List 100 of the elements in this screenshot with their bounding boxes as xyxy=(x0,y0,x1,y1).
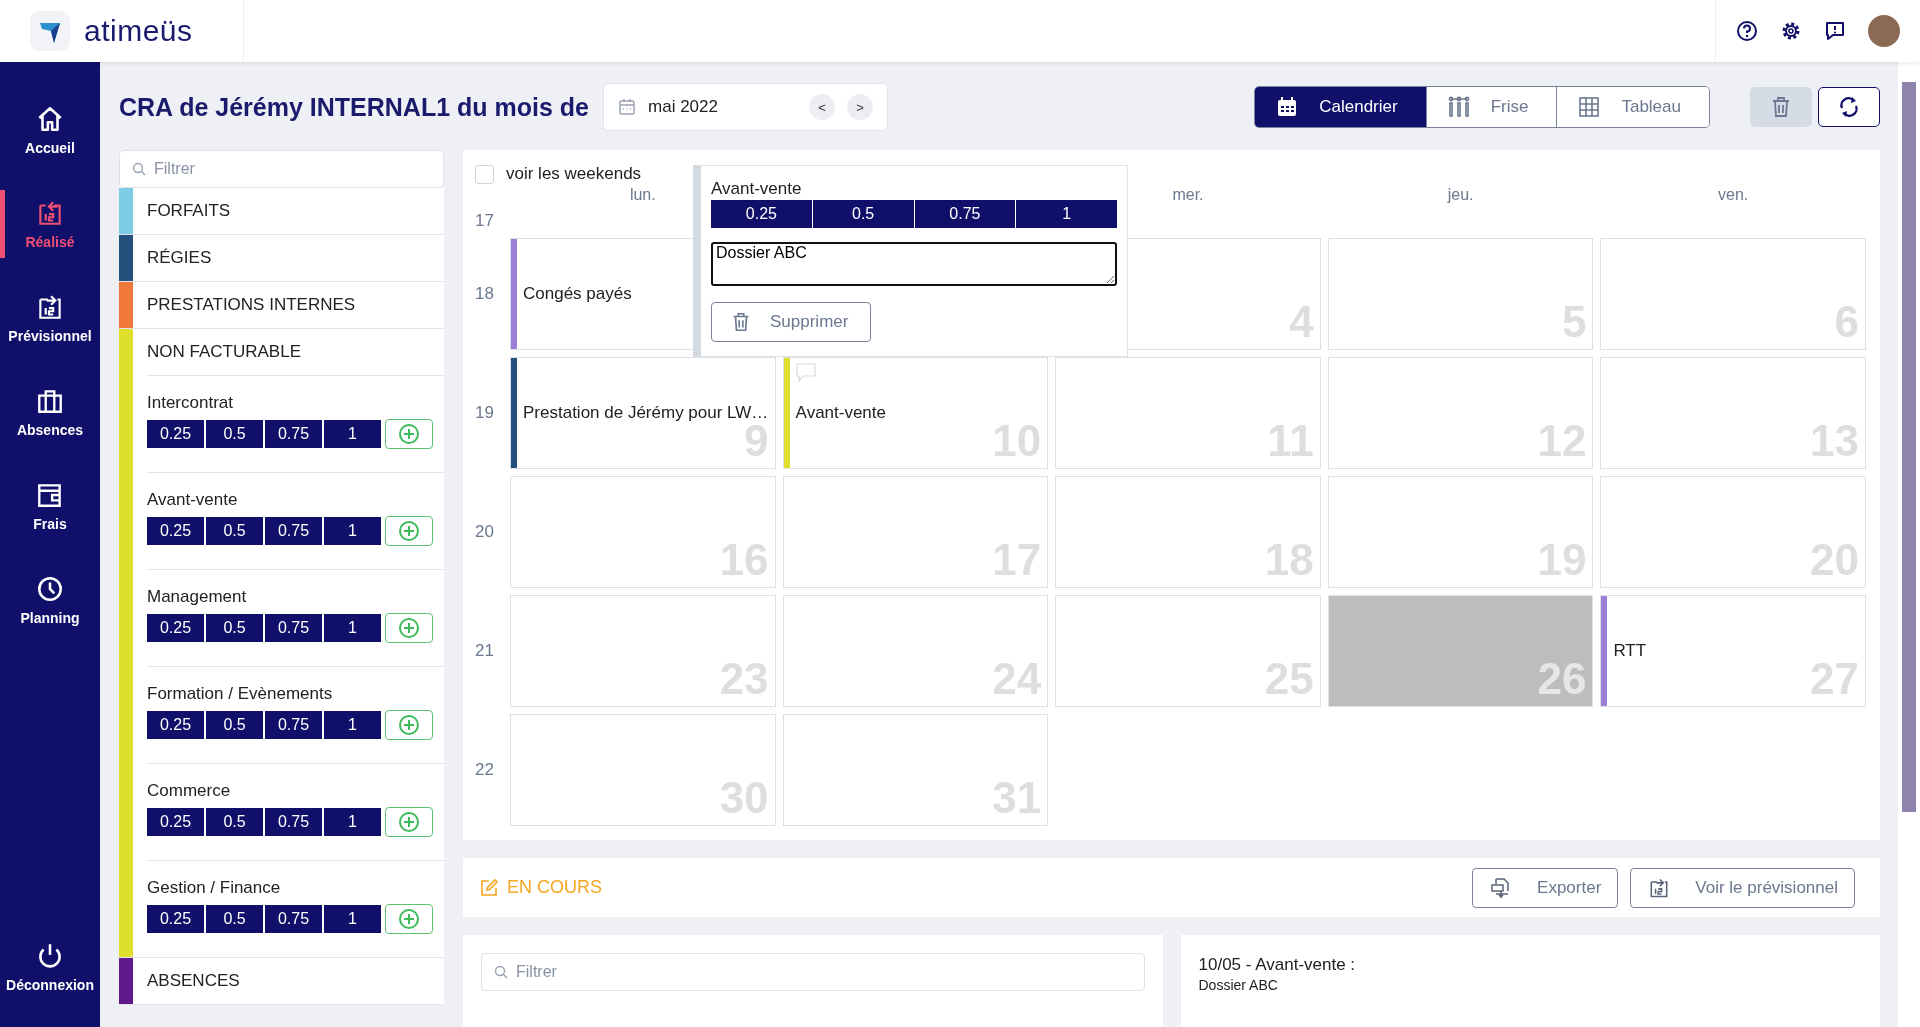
duration-button[interactable]: 0.25 xyxy=(147,711,204,739)
duration-button[interactable]: 0.25 xyxy=(147,808,204,836)
clock-icon xyxy=(35,574,65,604)
activity-label: Intercontrat xyxy=(147,392,234,414)
duration-button[interactable]: 1 xyxy=(324,614,381,642)
duration-button[interactable]: 0.75 xyxy=(265,905,322,933)
category-label[interactable]: ABSENCES xyxy=(133,958,444,1004)
logo-icon xyxy=(30,11,70,51)
duration-button[interactable]: 0.5 xyxy=(206,905,263,933)
nav-item[interactable]: Frais xyxy=(0,472,95,540)
plus-circle-icon xyxy=(398,520,420,542)
add-button[interactable] xyxy=(385,807,433,837)
day-header: mer. xyxy=(1172,186,1204,203)
activity-label: Commerce xyxy=(147,780,232,802)
grid-icon xyxy=(1577,95,1602,119)
refresh-button[interactable] xyxy=(1818,87,1880,127)
plus-circle-icon xyxy=(398,423,420,445)
week-number: 19 xyxy=(475,403,494,423)
nav-item[interactable]: Prévisionnel xyxy=(0,284,95,352)
week-number: 18 xyxy=(475,284,494,304)
duration-button[interactable]: 0.75 xyxy=(265,420,322,448)
duration-button[interactable]: 0.5 xyxy=(206,420,263,448)
week-number: 21 xyxy=(475,641,494,661)
comment-field[interactable]: Dossier ABC xyxy=(711,242,1117,286)
plus-circle-icon xyxy=(398,714,420,736)
plus-circle-icon xyxy=(398,811,420,833)
activity-label: Formation / Evènements xyxy=(147,683,334,705)
activity-label: Gestion / Finance xyxy=(147,877,282,899)
category-label[interactable]: PRESTATIONS INTERNES xyxy=(133,282,444,328)
previous-month-button[interactable]: < xyxy=(809,94,835,120)
duration-button[interactable]: 0.75 xyxy=(265,808,322,836)
duration-button[interactable]: 0.25 xyxy=(147,420,204,448)
feedback-icon[interactable] xyxy=(1824,20,1846,42)
filter-field[interactable]: Filtrer xyxy=(119,150,444,188)
forecast-button[interactable]: Voir le prévisionnel xyxy=(1630,867,1855,908)
month-value: mai 2022 xyxy=(648,97,719,117)
category-label[interactable]: RÉGIES xyxy=(133,235,444,281)
settings-icon[interactable] xyxy=(1780,20,1802,42)
duration-button[interactable]: 0.5 xyxy=(206,517,263,545)
duration-button[interactable]: 0.5 xyxy=(206,808,263,836)
edit-icon xyxy=(479,877,499,898)
view-tab[interactable]: Frise xyxy=(1425,87,1557,127)
event-label[interactable]: RTT xyxy=(1601,641,1647,661)
duration-button[interactable]: 0.75 xyxy=(265,614,322,642)
weekends-checkbox[interactable] xyxy=(475,164,494,184)
comment-title: 10/05 - Avant-vente : xyxy=(1198,955,1357,976)
nav-item[interactable]: Planning xyxy=(0,566,95,634)
event-label[interactable]: Avant-vente xyxy=(783,403,886,423)
day-header: ven. xyxy=(1718,186,1749,203)
nav-item[interactable]: Réalisé xyxy=(0,190,95,258)
activity-label: Management xyxy=(147,586,248,608)
activity-label: Avant-vente xyxy=(147,489,239,511)
duration-button[interactable]: 0.5 xyxy=(206,614,263,642)
add-button[interactable] xyxy=(385,710,433,740)
duration-button[interactable]: 0.75 xyxy=(265,711,322,739)
delete-button[interactable] xyxy=(1750,87,1812,127)
comment-text: Dossier ABC xyxy=(1198,977,1279,994)
export-button[interactable]: Exporter xyxy=(1472,867,1619,908)
duration-button[interactable]: 1 xyxy=(324,420,381,448)
add-button[interactable] xyxy=(385,419,433,449)
avatar[interactable] xyxy=(1868,15,1900,47)
calendar-icon xyxy=(618,98,636,116)
duration-button[interactable]: 0.25 xyxy=(711,200,812,228)
duration-button[interactable]: 0.25 xyxy=(147,517,204,545)
duration-button[interactable]: 1 xyxy=(324,517,381,545)
duration-button[interactable]: 0.25 xyxy=(147,614,204,642)
event-label[interactable]: Congés payés xyxy=(511,284,632,304)
add-button[interactable] xyxy=(385,516,433,546)
duration-button[interactable]: 1 xyxy=(324,808,381,836)
view-tab[interactable]: Calendrier xyxy=(1255,87,1426,127)
day-header: jeu. xyxy=(1447,186,1474,203)
add-button[interactable] xyxy=(385,904,433,934)
weekends-label: voir les weekends xyxy=(506,164,642,184)
help-icon[interactable] xyxy=(1736,20,1758,42)
delete-entry-button[interactable]: Supprimer xyxy=(711,302,871,342)
duration-button[interactable]: 0.75 xyxy=(265,517,322,545)
duration-button[interactable]: 0.5 xyxy=(812,200,914,228)
nav-item[interactable]: Absences xyxy=(0,378,95,446)
popup-activity: Avant-vente xyxy=(711,178,803,200)
search-icon xyxy=(132,162,146,176)
page-title: CRA de Jérémy INTERNAL1 du mois de xyxy=(119,92,589,122)
week-number: 20 xyxy=(475,522,494,542)
duration-button[interactable]: 0.75 xyxy=(914,200,1016,228)
view-tab[interactable]: Tableau xyxy=(1556,87,1709,127)
duration-button[interactable]: 0.5 xyxy=(206,711,263,739)
next-month-button[interactable]: > xyxy=(847,94,873,120)
status-label: EN COURS xyxy=(507,877,602,899)
event-label[interactable]: Prestation de Jérémy pour LW… xyxy=(511,403,769,423)
duration-button[interactable]: 1 xyxy=(324,711,381,739)
category-label[interactable]: FORFAITS xyxy=(133,188,444,234)
duration-button[interactable]: 0.25 xyxy=(147,905,204,933)
week-number: 17 xyxy=(475,211,494,231)
duration-button[interactable]: 1 xyxy=(324,905,381,933)
add-button[interactable] xyxy=(385,613,433,643)
filter-field[interactable]: Filtrer xyxy=(481,953,1145,992)
duration-button[interactable]: 1 xyxy=(1016,200,1117,228)
category-label[interactable]: NON FACTURABLE xyxy=(133,329,444,375)
logout-button[interactable]: Déconnexion xyxy=(0,933,95,1001)
scrollbar[interactable] xyxy=(1898,62,1920,1027)
nav-item[interactable]: Accueil xyxy=(0,96,95,164)
